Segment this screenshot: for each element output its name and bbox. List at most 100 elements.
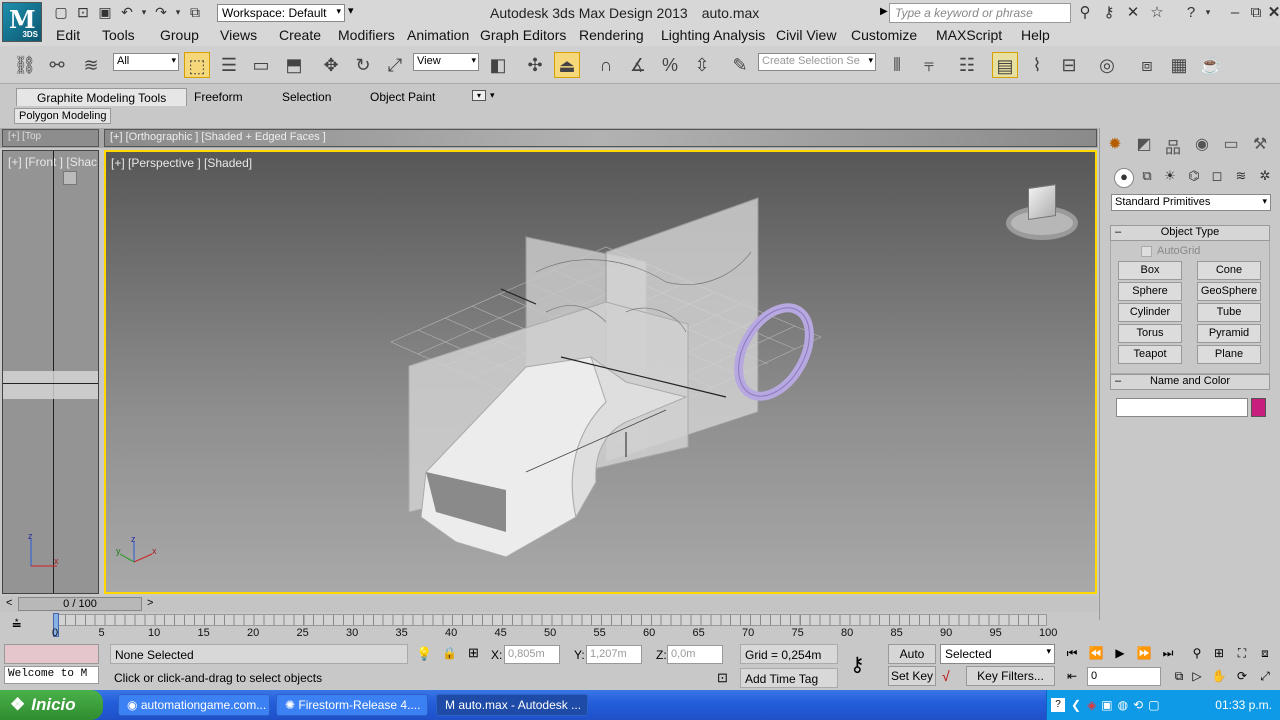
spacewarps-category-icon[interactable]: ≋ — [1231, 168, 1251, 188]
open-file-icon[interactable]: ⊡ — [72, 4, 94, 21]
menu-modifiers[interactable]: Modifiers — [338, 27, 395, 43]
isolate-selection-icon[interactable]: 💡 — [416, 646, 432, 662]
menu-customize[interactable]: Customize — [851, 27, 917, 43]
geometry-category-icon[interactable]: ● — [1114, 168, 1134, 188]
absolute-mode-icon[interactable]: ⊞ — [468, 645, 479, 661]
object-name-input[interactable] — [1116, 398, 1248, 417]
schematic-view-icon[interactable]: ⊟ — [1056, 52, 1082, 78]
teapot-button[interactable]: Teapot — [1118, 345, 1182, 364]
link-icon[interactable]: ⛓ — [12, 52, 38, 78]
rotate-icon[interactable]: ↻ — [350, 52, 376, 78]
redo-dropdown-icon[interactable]: ▾ — [172, 7, 184, 18]
set-keys-key-icon[interactable]: ⚷ — [850, 652, 865, 677]
scale-icon[interactable]: ⤢ — [382, 52, 408, 78]
undo-icon[interactable]: ↶ — [116, 4, 138, 21]
rectangular-selection-icon[interactable]: ▭ — [248, 52, 274, 78]
layer-manager-icon[interactable]: ☷ — [954, 52, 980, 78]
tab-graphite-modeling-tools[interactable]: Graphite Modeling Tools — [16, 88, 188, 106]
help-icon[interactable]: ? — [1179, 4, 1203, 21]
menu-help[interactable]: Help — [1021, 27, 1050, 43]
bind-spacewarp-icon[interactable]: ≋ — [78, 52, 104, 78]
open-mini-curve-editor-icon[interactable]: ⩮ — [12, 616, 21, 634]
task-firestorm[interactable]: ✺ Firestorm-Release 4.... — [276, 694, 428, 716]
next-frame-arrow-icon[interactable]: > — [147, 597, 153, 609]
menu-civil-view[interactable]: Civil View — [776, 27, 836, 43]
reference-coordinate-dropdown[interactable]: View ▾ — [413, 53, 479, 71]
go-to-end-icon[interactable]: ⏭ — [1157, 643, 1179, 663]
autogrid-checkbox[interactable]: AutoGrid — [1141, 245, 1200, 257]
hierarchy-tab-icon[interactable]: 品 — [1162, 134, 1184, 157]
save-icon[interactable]: ▣ — [94, 4, 116, 21]
prev-frame-arrow-icon[interactable]: < — [6, 597, 12, 609]
spinner-snap-icon[interactable]: ⇳ — [689, 52, 715, 78]
minimize-icon[interactable]: – — [1223, 4, 1247, 21]
create-tab-icon[interactable]: ✹ — [1104, 134, 1126, 156]
motion-tab-icon[interactable]: ◉ — [1191, 134, 1213, 156]
field-of-view-icon[interactable]: ▷ — [1186, 666, 1208, 686]
angle-snap-icon[interactable]: ∡ — [625, 52, 651, 78]
task-3dsmax[interactable]: M auto.max - Autodesk ... — [436, 694, 588, 716]
redo-icon[interactable]: ↷ — [150, 4, 172, 21]
y-coordinate-input[interactable]: 1,207m — [586, 645, 642, 664]
task-firefox[interactable]: ◉ automationgame.com... — [118, 694, 270, 716]
menu-animation[interactable]: Animation — [407, 27, 469, 43]
undo-dropdown-icon[interactable]: ▾ — [138, 7, 150, 18]
align-icon[interactable]: ⫧ — [916, 52, 942, 78]
lights-category-icon[interactable]: ☀ — [1160, 168, 1180, 188]
mirror-icon[interactable]: ⫴ — [884, 52, 910, 78]
zoom-icon[interactable]: ⚲ — [1186, 643, 1208, 663]
selection-filter-dropdown[interactable]: All ▾ — [113, 53, 179, 71]
percent-snap-icon[interactable]: % — [657, 52, 683, 78]
go-to-start-icon[interactable]: ⏮ — [1061, 643, 1083, 663]
trackbar-ruler[interactable] — [54, 614, 1047, 626]
helpers-category-icon[interactable]: ◻ — [1207, 168, 1227, 188]
modify-tab-icon[interactable]: ◩ — [1133, 134, 1155, 156]
torus-button[interactable]: Torus — [1118, 324, 1182, 343]
box-button[interactable]: Box — [1118, 261, 1182, 280]
menu-lighting-analysis[interactable]: Lighting Analysis — [661, 27, 765, 43]
app-logo-button[interactable]: M 3DS — [2, 2, 42, 42]
help-dropdown-icon[interactable]: ▾ — [1203, 7, 1213, 18]
maxscript-mini-listener[interactable]: Welcome to M — [4, 666, 99, 684]
exchange-icon[interactable]: ✕ — [1121, 3, 1145, 21]
cameras-category-icon[interactable]: ⌬ — [1184, 168, 1204, 188]
zoom-extents-all-icon[interactable]: ⧈ — [1254, 643, 1276, 663]
selection-lock-icon[interactable]: 🔒 — [442, 646, 457, 660]
update-tray-icon[interactable]: ⟲ — [1133, 698, 1143, 712]
tab-freeform[interactable]: Freeform — [174, 88, 263, 106]
key-filters-button[interactable]: Key Filters... — [966, 666, 1055, 686]
object-type-rollout-header[interactable]: – Object Type — [1110, 225, 1270, 241]
menu-maxscript[interactable]: MAXScript — [936, 27, 1002, 43]
keyboard-shortcut-override-icon[interactable]: ⏏ — [554, 52, 580, 78]
viewcube-icon[interactable] — [1006, 182, 1078, 244]
move-icon[interactable]: ✥ — [318, 52, 344, 78]
pan-view-icon[interactable]: ✋ — [1208, 666, 1230, 686]
previous-frame-icon[interactable]: ⏪ — [1085, 643, 1107, 663]
tray-expand-icon[interactable]: ❮ — [1071, 698, 1081, 712]
qa-customize-icon[interactable]: ▾ — [348, 4, 354, 17]
polygon-modeling-panel[interactable]: Polygon Modeling — [14, 108, 112, 124]
pivot-center-icon[interactable]: ◧ — [485, 52, 511, 78]
new-file-icon[interactable]: ▢ — [50, 4, 72, 21]
name-color-rollout-header[interactable]: – Name and Color — [1110, 374, 1270, 390]
cone-button[interactable]: Cone — [1197, 261, 1261, 280]
menu-create[interactable]: Create — [279, 27, 321, 43]
tab-object-paint[interactable]: Object Paint — [350, 88, 455, 106]
rendered-frame-window-icon[interactable]: ▦ — [1166, 52, 1192, 78]
sphere-button[interactable]: Sphere — [1118, 282, 1182, 301]
workspace-dropdown[interactable]: Workspace: Default ▾ — [217, 4, 345, 22]
tab-selection[interactable]: Selection — [262, 88, 351, 106]
menu-group[interactable]: Group — [160, 27, 199, 43]
systems-category-icon[interactable]: ✲ — [1255, 168, 1275, 188]
project-folder-icon[interactable]: ⧉ — [184, 4, 206, 21]
start-button[interactable]: ❖ Inicio — [0, 690, 103, 720]
shapes-category-icon[interactable]: ⧉ — [1137, 168, 1157, 188]
geosphere-button[interactable]: GeoSphere — [1197, 282, 1261, 301]
antivirus-tray-icon[interactable]: ◈ — [1087, 698, 1096, 712]
search-input[interactable]: Type a keyword or phrase — [889, 3, 1071, 23]
window-crossing-icon[interactable]: ⬒ — [281, 52, 307, 78]
edit-named-selection-icon[interactable]: ✎ — [727, 52, 753, 78]
curve-editor-icon[interactable]: ⌇ — [1024, 52, 1050, 78]
graphite-toggle-icon[interactable]: ▤ — [992, 52, 1018, 78]
restore-icon[interactable]: ⧉ — [1247, 4, 1265, 21]
